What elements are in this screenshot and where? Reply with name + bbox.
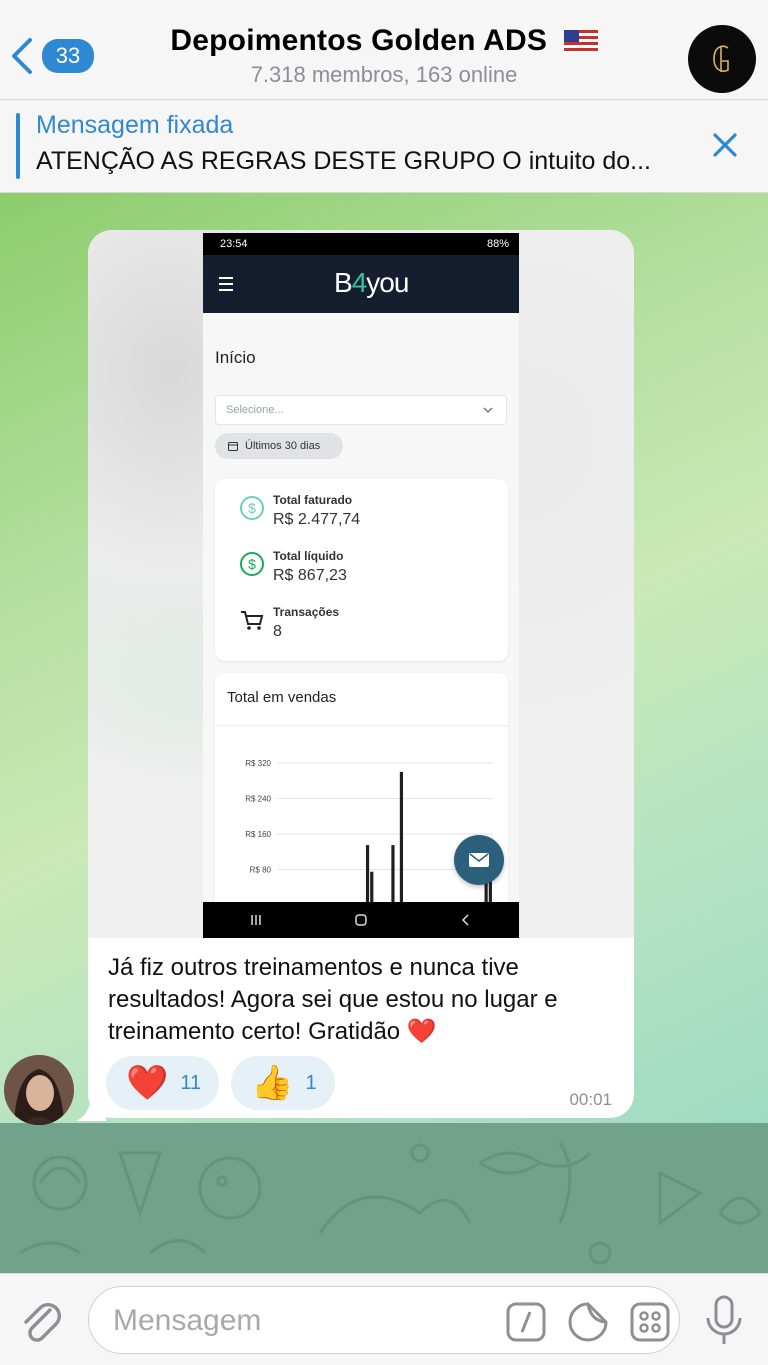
date-range-chip[interactable]: Últimos 30 dias xyxy=(215,433,343,459)
mail-fab-button[interactable] xyxy=(454,835,504,885)
heart-emoji-icon: ❤️ xyxy=(126,1064,169,1102)
sales-chart-card: Total em vendas R$ 320R$ 240R$ 160R$ 80R… xyxy=(215,673,508,923)
reaction-heart[interactable]: ❤️ 11 xyxy=(106,1056,220,1110)
command-icon[interactable] xyxy=(505,1301,547,1343)
chart-bar xyxy=(399,771,404,905)
screenshot-phone: 23:54 88% B4you Início Selecione... Últi… xyxy=(203,233,519,938)
back-nav-icon[interactable] xyxy=(459,913,473,927)
y-tick-label: R$ 320 xyxy=(245,759,271,768)
message-input-bar xyxy=(0,1273,768,1365)
chat-title-area[interactable]: Depoimentos Golden ADS 7.318 membros, 16… xyxy=(120,24,648,88)
telegram-chat-screen: 33 Depoimentos Golden ADS 7.318 membros,… xyxy=(0,0,768,1365)
y-tick-label: R$ 240 xyxy=(245,795,271,804)
chat-background: 23:54 88% B4you Início Selecione... Últi… xyxy=(0,193,768,1273)
back-button[interactable]: 33 xyxy=(8,36,94,76)
select-placeholder: Selecione... xyxy=(226,404,284,416)
golden-monogram-logo xyxy=(713,45,729,72)
chart-bar xyxy=(370,871,374,905)
product-select[interactable]: Selecione... xyxy=(215,395,507,425)
sticker-icon[interactable] xyxy=(567,1301,609,1343)
phone-battery: 88% xyxy=(486,238,509,250)
b4you-app-bar: B4you xyxy=(203,255,519,313)
message-bubble[interactable]: 23:54 88% B4you Início Selecione... Últi… xyxy=(88,230,634,1118)
reactions-row: ❤️ 11 👍 1 xyxy=(106,1056,335,1110)
reaction-thumbs-up[interactable]: 👍 1 xyxy=(231,1056,335,1110)
mail-icon xyxy=(469,853,489,867)
pinned-message-bar[interactable]: Mensagem fixada ATENÇÃO AS REGRAS DESTE … xyxy=(0,101,768,193)
stat-label: Total faturado xyxy=(273,493,353,507)
stats-card: $ Total faturado R$ 2.477,74 $ Total líq… xyxy=(215,479,508,661)
chat-title: Depoimentos Golden ADS xyxy=(120,24,648,58)
home-icon[interactable] xyxy=(354,913,368,927)
apps-grid-icon[interactable] xyxy=(629,1301,671,1343)
b4you-logo: B4you xyxy=(334,267,409,299)
svg-text:$: $ xyxy=(248,556,256,572)
message-input[interactable] xyxy=(113,1301,493,1341)
stat-label: Total líquido xyxy=(273,549,344,563)
chart-bar xyxy=(391,845,395,905)
y-tick-label: R$ 80 xyxy=(250,866,272,875)
message-field[interactable] xyxy=(88,1286,680,1354)
chat-member-count: 7.318 membros, 163 online xyxy=(250,62,518,87)
chevron-down-icon xyxy=(483,407,493,414)
stat-value: 8 xyxy=(273,623,282,640)
pinned-label: Mensagem fixada xyxy=(36,111,234,139)
stat-value: R$ 2.477,74 xyxy=(273,511,361,528)
chart-bar xyxy=(365,845,370,905)
avatar-photo xyxy=(4,1055,74,1125)
microphone-icon[interactable] xyxy=(702,1294,746,1348)
group-avatar[interactable] xyxy=(688,25,756,93)
us-flag-icon xyxy=(563,30,598,55)
hamburger-menu-icon[interactable] xyxy=(219,277,233,295)
chevron-left-icon xyxy=(12,38,32,74)
message-time: 00:01 xyxy=(569,1090,612,1109)
logo-part-4: 4 xyxy=(351,267,368,298)
y-tick-label: R$ 160 xyxy=(245,830,271,839)
dollar-circle-icon: $ xyxy=(240,552,264,576)
svg-text:$: $ xyxy=(248,500,256,516)
logo-part-b: B xyxy=(334,267,353,298)
cart-icon xyxy=(241,611,264,630)
sales-bar-chart: R$ 320R$ 240R$ 160R$ 80R$ 0 xyxy=(245,759,493,910)
stat-value: R$ 867,23 xyxy=(273,567,347,584)
stat-label: Transações xyxy=(273,605,340,619)
reaction-count: 11 xyxy=(180,1071,202,1094)
pinned-text: ATENÇÃO AS REGRAS DESTE GRUPO O intuito … xyxy=(36,147,651,175)
recent-apps-icon[interactable] xyxy=(249,913,263,927)
message-text: Já fiz outros treinamentos e nunca tive … xyxy=(108,954,558,1045)
date-range-label: Últimos 30 dias xyxy=(245,440,321,452)
android-nav-bar xyxy=(203,902,519,938)
phone-time: 23:54 xyxy=(220,238,248,250)
unread-count-badge: 33 xyxy=(42,39,94,73)
chat-title-text: Depoimentos Golden ADS xyxy=(170,24,548,57)
chat-wallpaper-pattern xyxy=(0,1123,768,1273)
message-photo[interactable]: 23:54 88% B4you Início Selecione... Últi… xyxy=(88,230,634,938)
doodle-pattern xyxy=(19,1142,762,1265)
paperclip-icon[interactable] xyxy=(18,1296,64,1346)
calendar-icon xyxy=(228,442,238,451)
pinned-indicator xyxy=(16,113,20,179)
reaction-count: 1 xyxy=(305,1071,317,1094)
thumbs-up-emoji-icon: 👍 xyxy=(251,1064,294,1102)
page-title: Início xyxy=(215,348,256,367)
chat-header: 33 Depoimentos Golden ADS 7.318 membros,… xyxy=(0,0,768,100)
phone-status-bar: 23:54 88% xyxy=(203,233,519,255)
close-icon[interactable] xyxy=(710,130,740,160)
sender-avatar[interactable] xyxy=(4,1055,74,1125)
logo-part-you: you xyxy=(366,267,409,298)
dollar-circle-icon: $ xyxy=(240,496,264,520)
